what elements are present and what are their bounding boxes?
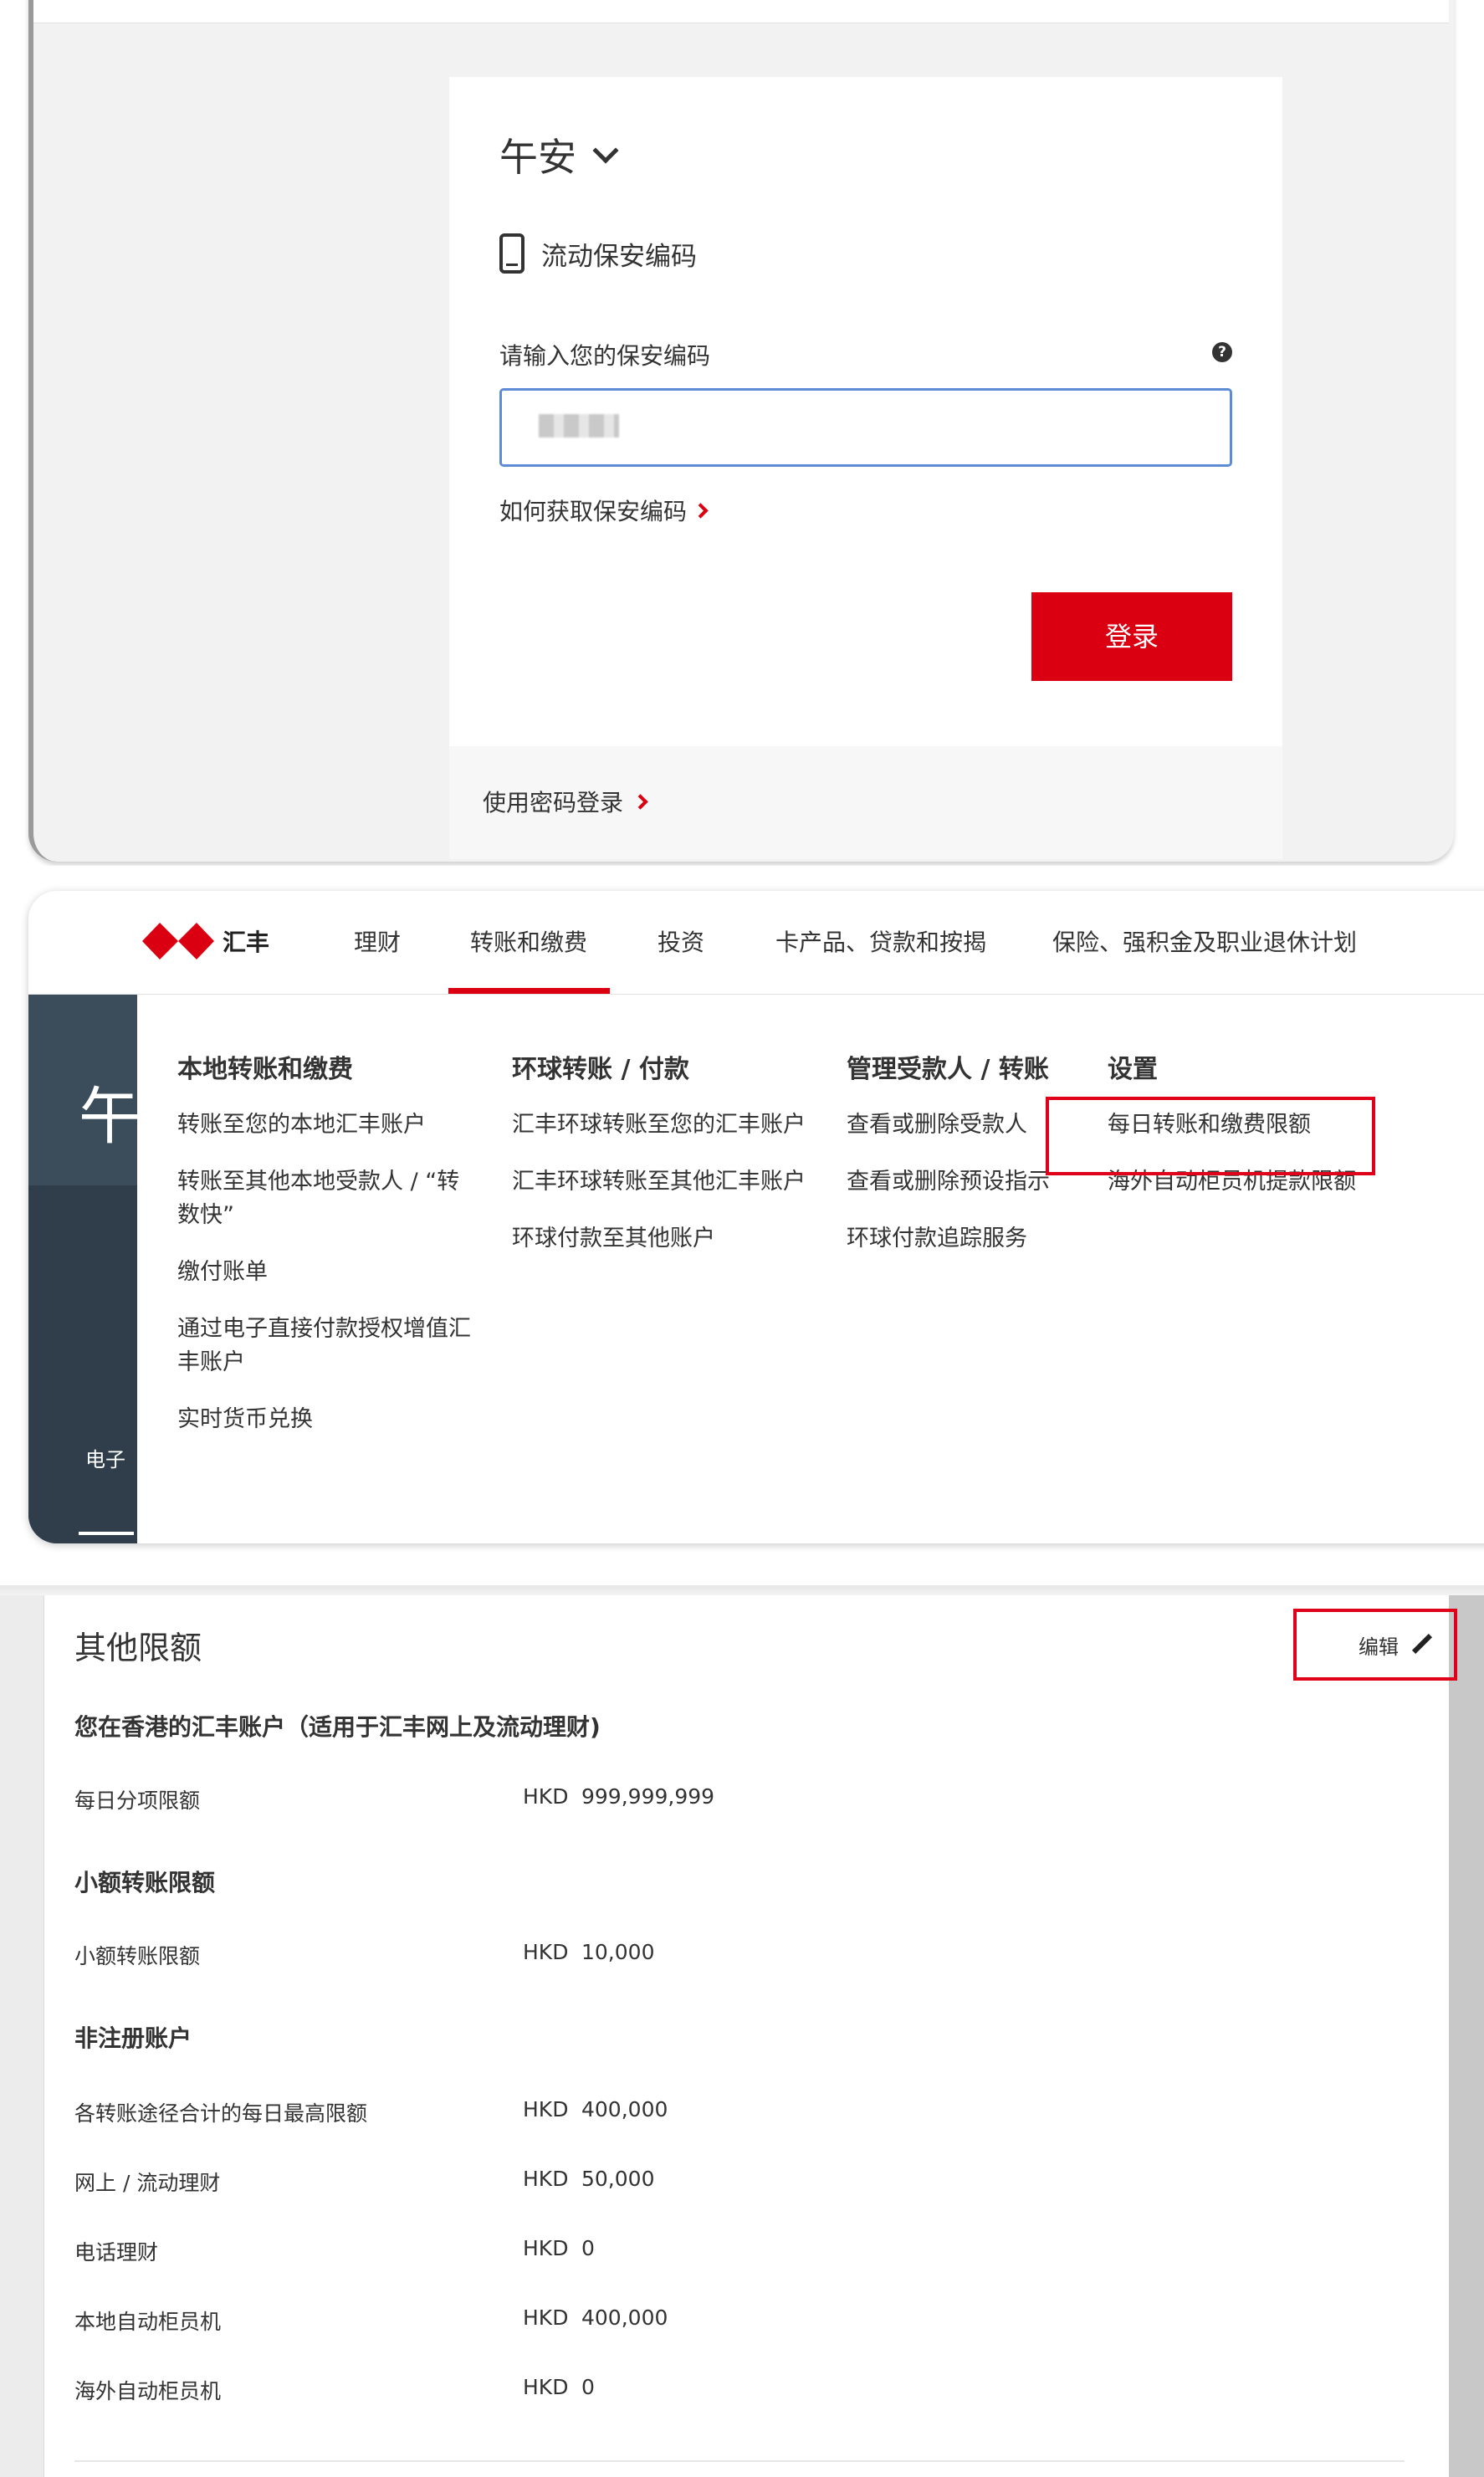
- background-greeting-char: 午: [79, 1081, 141, 1153]
- menu-item[interactable]: 转账至您的本地汇丰账户: [177, 1108, 478, 1142]
- active-tab-indicator: [448, 988, 610, 994]
- limit-amount: 0: [581, 2236, 595, 2260]
- nav-item-wealth[interactable]: 理财: [354, 924, 401, 958]
- nav-item-cards-loans[interactable]: 卡产品、贷款和按揭: [775, 924, 986, 958]
- hsbc-logo[interactable]: 汇丰: [142, 923, 269, 960]
- menu-item[interactable]: 转账至其他本地受款人 / “转数快”: [177, 1165, 478, 1232]
- panel-top-edge: [0, 1585, 1484, 1595]
- chevron-right-icon: [693, 502, 709, 519]
- limit-currency: HKD: [523, 2306, 569, 2330]
- limit-currency: HKD: [523, 1940, 569, 1964]
- security-method: 流动保安编码: [499, 233, 697, 274]
- limit-label: 小额转账限额: [74, 1944, 201, 1968]
- limit-amount: 400,000: [581, 2306, 668, 2330]
- account-heading: 您在香港的汇丰账户（适用于汇丰网上及流动理财): [74, 1713, 601, 1741]
- divider: [74, 2460, 1405, 2462]
- background-bar: [79, 1532, 134, 1535]
- nav-item-transfers[interactable]: 转账和缴费: [470, 924, 587, 958]
- menu-item[interactable]: 环球付款至其他账户: [512, 1222, 813, 1256]
- limit-label: 每日分项限额: [74, 1789, 201, 1813]
- menu-heading: 设置: [1108, 1055, 1158, 1084]
- limit-amount: 400,000: [581, 2097, 668, 2121]
- menu-item[interactable]: 汇丰环球转账至其他汇丰账户: [512, 1165, 813, 1199]
- limit-currency: HKD: [523, 2236, 569, 2260]
- login-button[interactable]: 登录: [1031, 592, 1232, 681]
- menu-column-local: 本地转账和缴费 转账至您的本地汇丰账户 转账至其他本地受款人 / “转数快” 缴…: [177, 1048, 478, 1460]
- limit-label: 电话理财: [74, 2240, 159, 2265]
- help-icon[interactable]: ?: [1212, 342, 1232, 362]
- login-panel: 午安 流动保安编码 请输入您的保安编码 ? 如何获取保安编码 登录 使用密码登录: [0, 0, 1484, 866]
- limit-currency: HKD: [523, 1784, 569, 1809]
- limit-currency: HKD: [523, 2167, 569, 2191]
- scrollbar[interactable]: [1449, 1595, 1484, 2477]
- security-code-label: 请输入您的保安编码: [499, 342, 711, 370]
- nav-item-insurance[interactable]: 保险、强积金及职业退休计划: [1052, 924, 1357, 958]
- how-to-get-code-label: 如何获取保安编码: [499, 498, 688, 525]
- menu-item[interactable]: 汇丰环球转账至您的汇丰账户: [512, 1108, 813, 1142]
- limit-amount: 0: [581, 2375, 595, 2399]
- small-transfer-heading: 小额转账限额: [74, 1869, 216, 1896]
- nav-window-frame: 汇丰 理财 转账和缴费 投资 卡产品、贷款和按揭 保险、强积金及职业退休计划 午…: [28, 891, 1484, 1543]
- greeting-selector[interactable]: 午安: [499, 127, 619, 182]
- pencil-icon: [1410, 1634, 1432, 1656]
- navigation-panel: 汇丰 理财 转账和缴费 投资 卡产品、贷款和按揭 保险、强积金及职业退休计划 午…: [0, 866, 1484, 1585]
- limit-amount: 50,000: [581, 2167, 655, 2191]
- limits-panel: 其他限额 您在香港的汇丰账户（适用于汇丰网上及流动理财) 每日分项限额 HKD …: [0, 1585, 1484, 2477]
- menu-item[interactable]: 实时货币兑换: [177, 1403, 478, 1436]
- menu-item[interactable]: 通过电子直接付款授权增值汇丰账户: [177, 1313, 478, 1379]
- chevron-right-icon: [632, 793, 648, 810]
- limit-amount: 999,999,999: [581, 1784, 715, 1809]
- limits-card: 其他限额 您在香港的汇丰账户（适用于汇丰网上及流动理财) 每日分项限额 HKD …: [43, 1585, 1449, 2477]
- mobile-phone-icon: [499, 233, 525, 274]
- limit-amount: 10,000: [581, 1940, 655, 1964]
- chevron-down-icon: [592, 137, 619, 164]
- login-card: 午安 流动保安编码 请输入您的保安编码 ? 如何获取保安编码 登录 使用密码登录: [449, 77, 1282, 859]
- limit-label: 本地自动柜员机: [74, 2310, 222, 2334]
- security-code-input[interactable]: [499, 388, 1232, 467]
- menu-column-global: 环球转账 / 付款 汇丰环球转账至您的汇丰账户 汇丰环球转账至其他汇丰账户 环球…: [512, 1048, 813, 1279]
- background-side-text: 电子: [85, 1448, 125, 1471]
- top-strip: [33, 0, 1449, 23]
- how-to-get-code-link[interactable]: 如何获取保安编码: [499, 494, 709, 527]
- limits-title: 其他限额: [74, 1630, 202, 1666]
- hsbc-hexagon-icon: [142, 923, 214, 960]
- password-login-link[interactable]: 使用密码登录: [483, 785, 648, 818]
- method-label: 流动保安编码: [541, 241, 697, 272]
- highlight-box-daily-limit: [1046, 1097, 1375, 1175]
- limit-currency: HKD: [523, 2375, 569, 2399]
- edit-label: 编辑: [1359, 1635, 1399, 1659]
- nav-item-invest[interactable]: 投资: [658, 924, 704, 958]
- limit-label: 各转账途径合计的每日最高限额: [74, 2101, 368, 2126]
- masked-code-value: [539, 414, 619, 438]
- menu-heading: 环球转账 / 付款: [512, 1055, 689, 1084]
- password-login-label: 使用密码登录: [483, 789, 624, 816]
- top-navigation: 汇丰 理财 转账和缴费 投资 卡产品、贷款和按揭 保险、强积金及职业退休计划: [28, 891, 1484, 995]
- menu-heading: 本地转账和缴费: [177, 1055, 353, 1084]
- greeting-text: 午安: [499, 135, 576, 180]
- menu-item[interactable]: 环球付款追踪服务: [847, 1222, 1081, 1256]
- edit-button[interactable]: 编辑: [1293, 1609, 1457, 1681]
- unregistered-heading: 非注册账户: [74, 2024, 192, 2052]
- password-login-footer: 使用密码登录: [449, 746, 1282, 859]
- menu-heading: 管理受款人 / 转账: [847, 1055, 1049, 1084]
- limit-currency: HKD: [523, 2097, 569, 2121]
- limit-label: 网上 / 流动理财: [74, 2171, 221, 2195]
- logo-label: 汇丰: [223, 929, 270, 956]
- menu-item[interactable]: 缴付账单: [177, 1256, 478, 1289]
- page-background-lower: [28, 1185, 137, 1543]
- limit-label: 海外自动柜员机: [74, 2379, 222, 2403]
- mega-menu: 本地转账和缴费 转账至您的本地汇丰账户 转账至其他本地受款人 / “转数快” 缴…: [137, 995, 1484, 1543]
